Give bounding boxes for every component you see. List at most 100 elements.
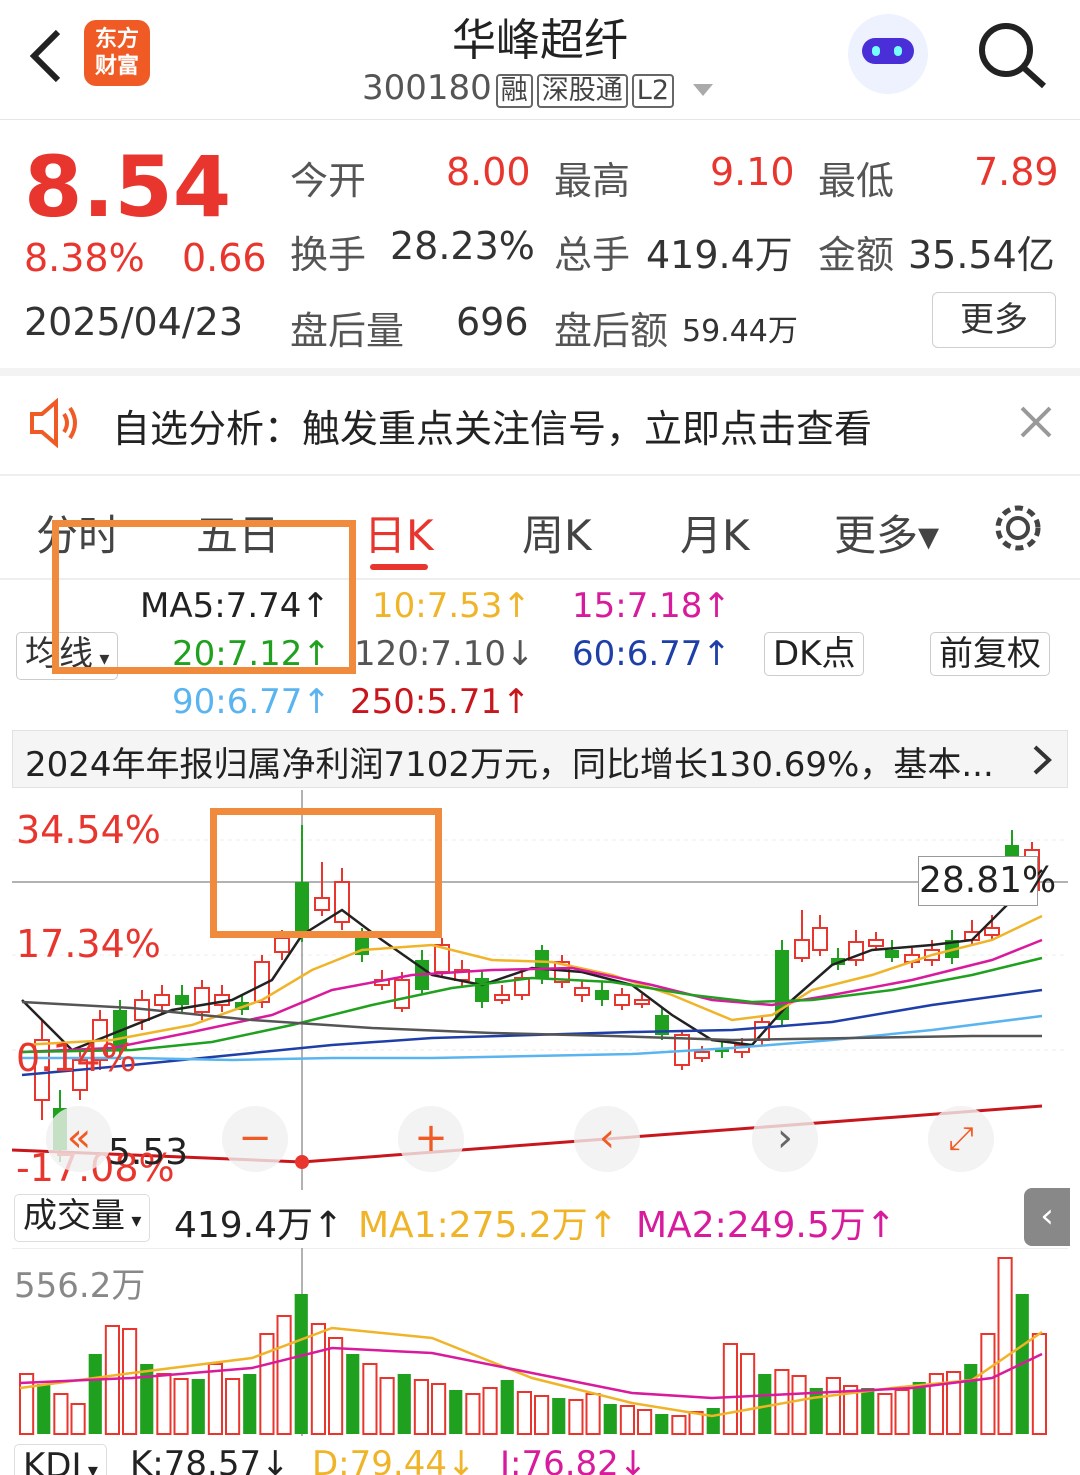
candle <box>494 994 510 1001</box>
gear-icon[interactable] <box>992 502 1044 554</box>
candle <box>984 927 1000 936</box>
candle <box>812 927 828 951</box>
tag-margin: 融 <box>495 74 533 108</box>
zoom-out-icon[interactable]: − <box>222 1106 288 1172</box>
tag-connect: 深股通 <box>536 74 628 108</box>
kdj-selector[interactable]: KDJ ▾ <box>14 1444 107 1475</box>
candle <box>194 987 210 1013</box>
volume-bar <box>413 1379 430 1435</box>
speaker-icon <box>30 398 77 448</box>
volume-chart[interactable] <box>12 1248 1068 1436</box>
volume-bar <box>191 1379 205 1434</box>
volume-bar <box>534 1395 550 1435</box>
volume-bar <box>465 1393 481 1435</box>
volume-bar <box>225 1378 241 1435</box>
tab-weekly-k[interactable]: 周K <box>522 502 592 563</box>
volume-bar <box>346 1354 360 1434</box>
volume-bar <box>328 1337 344 1435</box>
volume-bar <box>431 1383 447 1435</box>
low-value: 7.89 <box>974 150 1059 194</box>
amount-label: 金额 <box>818 233 895 277</box>
volume-value: 419.4万 <box>646 233 793 277</box>
volume-bar <box>912 1382 926 1434</box>
divider <box>0 474 1080 476</box>
zoom-in-icon[interactable]: + <box>398 1106 464 1172</box>
tab-monthly-k[interactable]: 月K <box>680 502 750 563</box>
kline-chart[interactable] <box>12 790 1068 1190</box>
ma10-value: 10:7.53↑ <box>372 586 531 626</box>
fullscreen-icon[interactable]: ⤢ <box>928 1106 994 1172</box>
tag-level2: L2 <box>631 74 675 108</box>
scroll-left-icon[interactable]: ‹ <box>574 1106 640 1172</box>
ma60-value: 60:6.77↑ <box>572 634 731 674</box>
candle <box>694 1051 710 1059</box>
moving-average-line <box>21 869 1043 1052</box>
tab-daily-k[interactable]: 日K <box>364 502 434 563</box>
after-volume-value: 696 <box>456 300 529 344</box>
notice-text[interactable]: 自选分析：触发重点关注信号，立即点击查看 <box>112 398 872 453</box>
volume-bar <box>894 1389 910 1435</box>
volume-bar <box>362 1363 378 1435</box>
volume-bar <box>53 1393 69 1435</box>
volume-bar <box>37 1384 51 1434</box>
volume-bar <box>516 1391 533 1435</box>
chevron-right-icon <box>1033 745 1052 775</box>
volume-bar <box>825 1377 841 1435</box>
double-left-icon[interactable]: « <box>46 1106 112 1172</box>
volume-bar <box>619 1405 635 1435</box>
volume-bar <box>603 1404 617 1434</box>
turnover-label: 换手 <box>290 233 367 277</box>
volume-bar <box>585 1393 601 1435</box>
tab-underline <box>370 564 428 570</box>
volume-bar <box>207 1363 223 1435</box>
tab-more[interactable]: 更多▾ <box>834 502 939 563</box>
volume-max-label: 556.2万 <box>14 1266 146 1306</box>
volume-ma2: MA2:249.5万↑ <box>636 1205 896 1246</box>
volume-bar <box>397 1374 411 1434</box>
close-icon[interactable] <box>1018 404 1054 440</box>
volume-bar <box>173 1378 189 1435</box>
volume-selector[interactable]: 成交量 ▾ <box>14 1194 151 1242</box>
highlight-box-ma <box>52 520 356 674</box>
candle <box>175 995 189 1005</box>
after-amount-label: 盘后额 <box>554 309 669 353</box>
kdj-j: J:76.82↓ <box>500 1444 648 1475</box>
low-label: 最低 <box>818 159 895 203</box>
scroll-right-icon[interactable]: › <box>752 1106 818 1172</box>
robot-avatar-icon[interactable] <box>848 14 928 94</box>
volume-bar <box>140 1364 154 1434</box>
open-value: 8.00 <box>446 150 531 194</box>
volume-current: 419.4万↑ <box>174 1205 344 1246</box>
current-price: 8.54 <box>24 138 232 236</box>
candle <box>475 978 489 1002</box>
volume-label: 总手 <box>554 233 631 277</box>
volume-bar <box>980 1333 996 1435</box>
open-label: 今开 <box>290 159 367 203</box>
ma250-value: 250:5.71↑ <box>350 682 531 722</box>
kdj-k: K:78.57↓ <box>130 1444 290 1475</box>
change-percent: 8.38% <box>24 236 145 280</box>
candle <box>274 937 290 953</box>
news-banner[interactable]: 2024年年报归属净利润7102万元，同比增长130.69%，基本... <box>12 730 1068 788</box>
collapse-panel-icon[interactable]: ‹ <box>1024 1188 1070 1246</box>
adjust-mode-button[interactable]: 前复权 <box>930 632 1050 676</box>
dk-point-button[interactable]: DK点 <box>764 632 865 676</box>
y-label-top: 34.54% <box>16 808 161 852</box>
volume-bar <box>379 1377 395 1435</box>
volume-bar <box>294 1294 308 1434</box>
candle <box>574 987 590 996</box>
y-label-low: 0.14% <box>16 1036 137 1080</box>
dropdown-icon[interactable] <box>692 83 713 96</box>
volume-bar <box>1031 1333 1047 1435</box>
cursor-value-label: 28.81% <box>918 856 1056 906</box>
volume-bar <box>655 1414 669 1434</box>
candle <box>394 979 410 1009</box>
volume-bar <box>877 1393 893 1435</box>
volume-bar <box>637 1409 653 1435</box>
search-icon[interactable] <box>974 20 1050 92</box>
volume-bar <box>740 1353 756 1435</box>
volume-bar <box>88 1354 102 1434</box>
more-quote-button[interactable]: 更多 <box>932 292 1056 348</box>
volume-bar <box>70 1403 86 1435</box>
volume-bar <box>997 1257 1013 1435</box>
